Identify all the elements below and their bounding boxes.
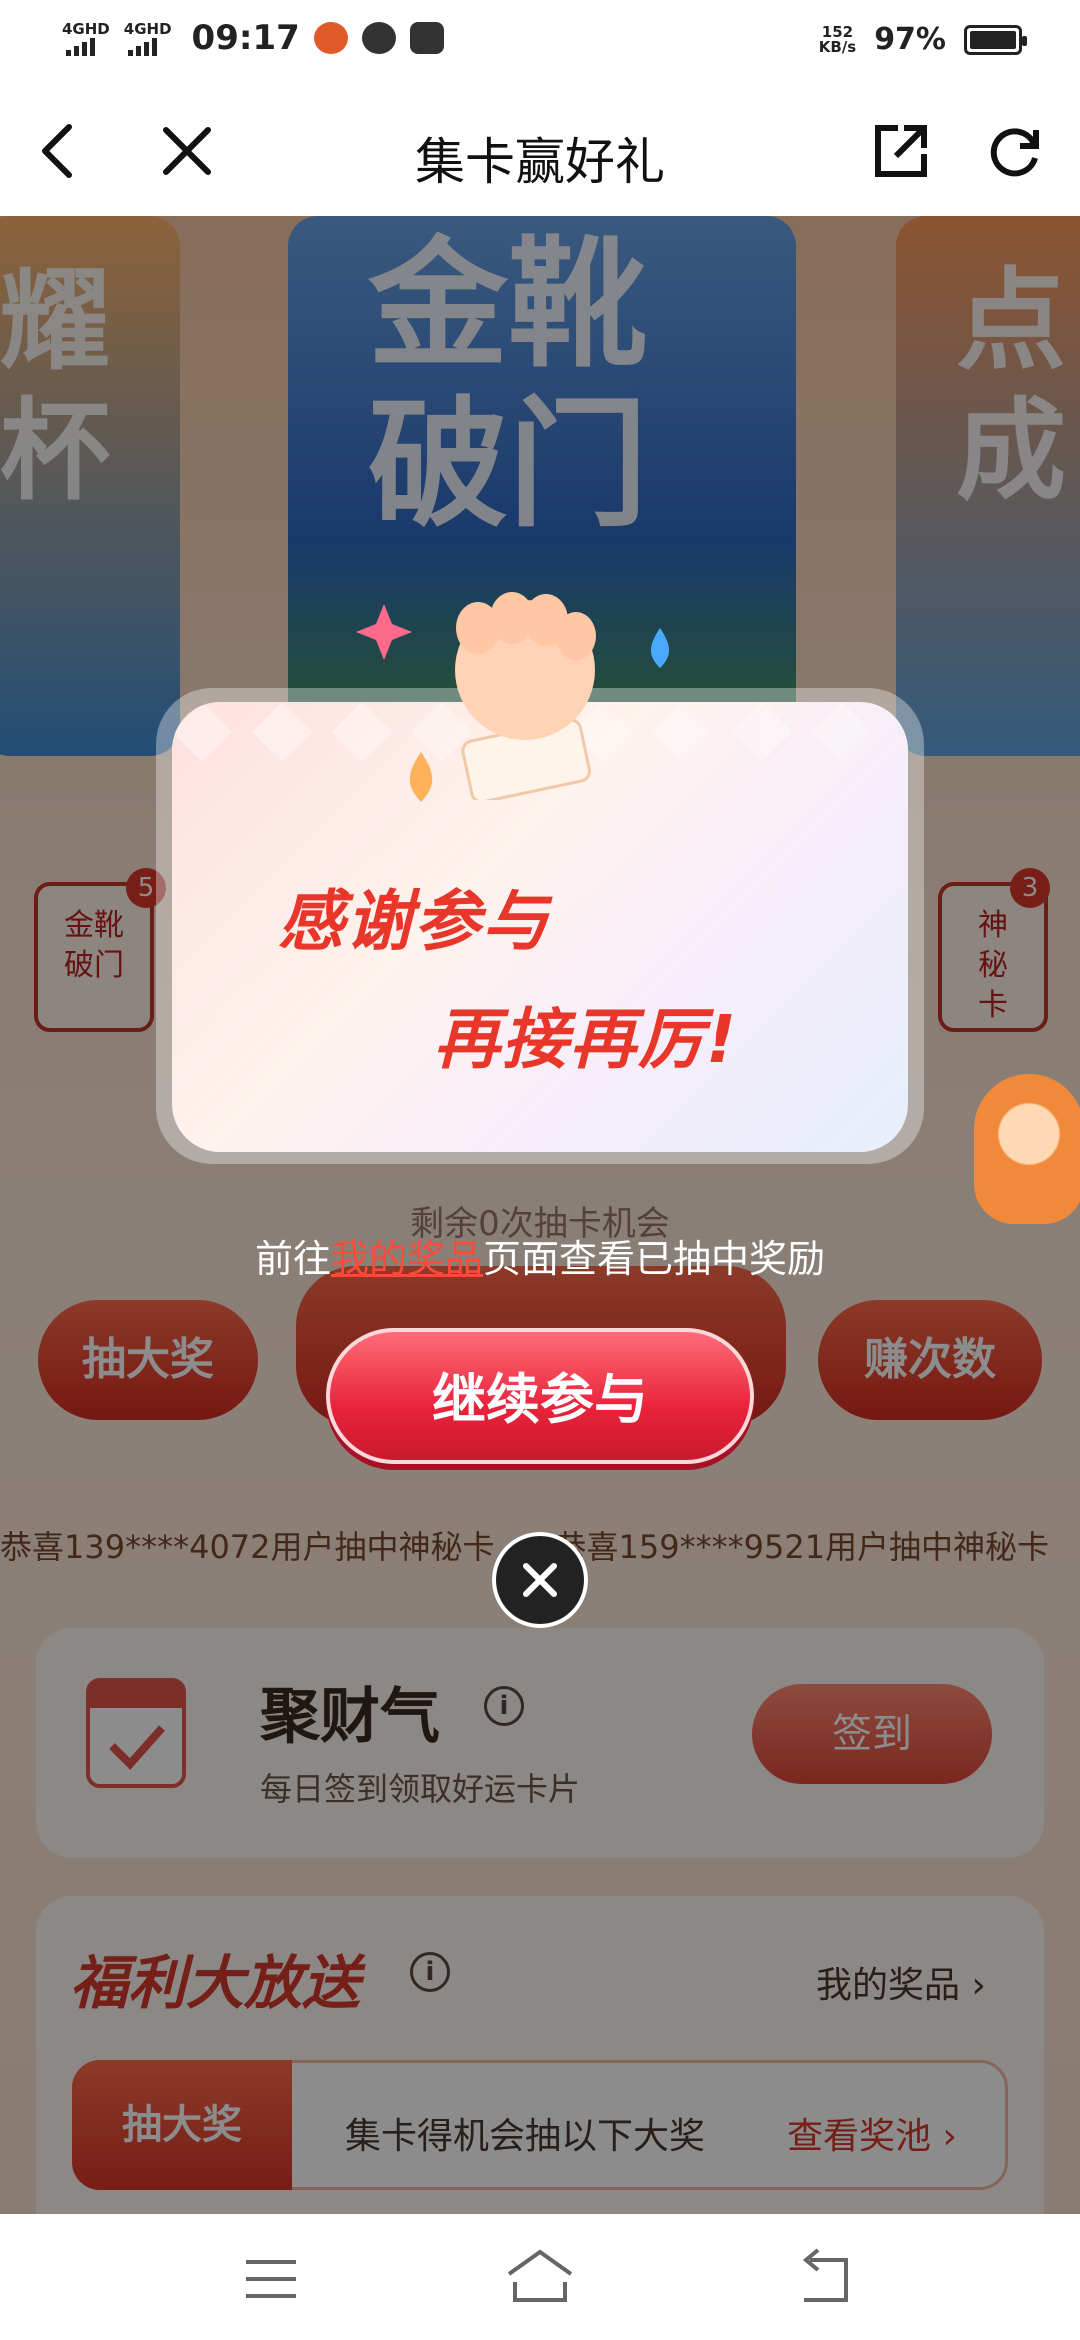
system-nav-bar	[0, 2214, 1080, 2340]
refresh-icon	[990, 128, 1039, 177]
status-bar: 4GHD 4GHD 09:17 152 KB/s 97%	[0, 0, 1080, 84]
fist-illustration-icon	[455, 592, 596, 800]
close-icon	[523, 1563, 557, 1597]
menu-icon[interactable]	[236, 2244, 306, 2314]
mail-icon	[409, 22, 444, 54]
network-speed: 152 KB/s	[818, 22, 857, 56]
modal-message-line1: 感谢参与	[278, 883, 550, 960]
my-prizes-link[interactable]: 我的奖品	[331, 1237, 483, 1281]
message-icon	[361, 22, 396, 54]
refresh-button[interactable]	[980, 116, 1050, 186]
modal-message-line2: 再接再厉!	[434, 1001, 739, 1078]
prize-hint: 前往我的奖品页面查看已抽中奖励	[254, 1237, 826, 1281]
drop-icon	[651, 628, 669, 668]
clock: 09:17	[191, 18, 300, 58]
sparkle-icon	[356, 604, 412, 660]
close-modal-button[interactable]	[492, 1532, 588, 1628]
share-icon	[875, 125, 927, 177]
app-notification-icon	[313, 22, 348, 54]
battery-icon	[964, 24, 1027, 55]
battery-percent: 97%	[874, 22, 946, 57]
continue-button[interactable]: 继续参与	[326, 1328, 754, 1464]
signal-indicator-2: 4GHD	[124, 20, 172, 56]
back-nav-icon[interactable]	[790, 2244, 860, 2314]
home-icon[interactable]	[505, 2244, 575, 2314]
nav-bar: 集卡赢好礼	[0, 84, 1080, 216]
drop-icon	[409, 752, 433, 802]
signal-indicator-1: 4GHD	[62, 20, 110, 56]
share-button[interactable]	[866, 116, 936, 186]
